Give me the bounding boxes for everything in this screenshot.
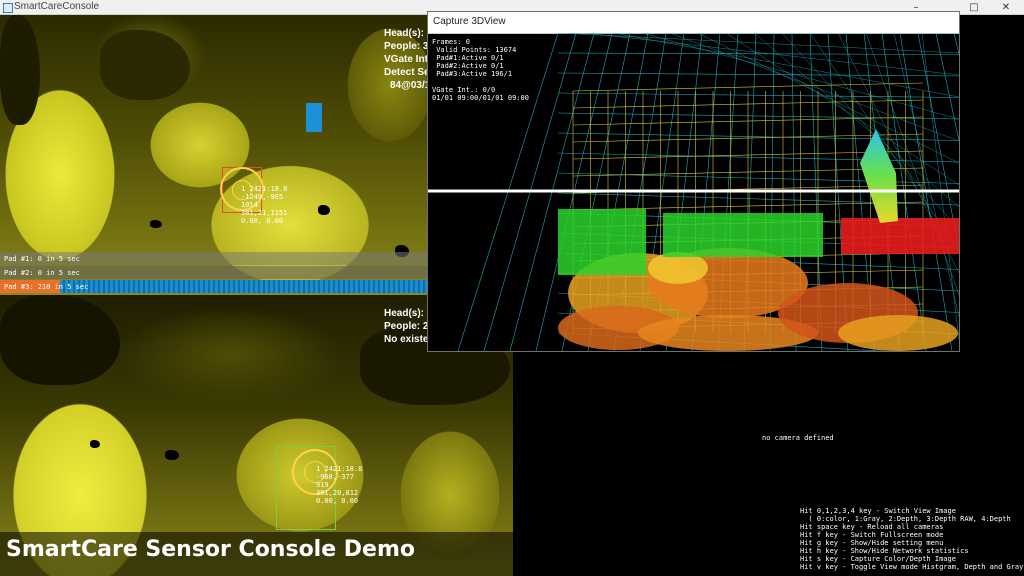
help-line: Hit v key - Toggle View mode Histgram, D… <box>800 563 1024 571</box>
pad2-band: Pad #2: 0 in 5 sec <box>0 266 428 279</box>
depth-shadow <box>165 450 179 460</box>
vgate-marker <box>306 103 322 132</box>
help-line: Hit space key - Reload all cameras <box>800 523 944 531</box>
grid-line <box>557 172 959 184</box>
close-button[interactable]: ✕ <box>990 0 1022 15</box>
keyboard-help: Hit 0,1,2,3,4 key - Switch View Image ( … <box>800 507 1023 571</box>
target-info-5: 0.00, 0.00 <box>316 497 359 505</box>
depth-shadow <box>0 15 40 125</box>
target-info-1: 1 2421:18.8 <box>241 185 288 193</box>
depth-shadow <box>90 440 100 448</box>
depth-shadow <box>318 205 330 215</box>
pad2-volume <box>663 213 823 257</box>
info-datetime: 01/01 09:00/01/01 09:00 <box>432 94 529 102</box>
pad1-volume <box>558 209 646 275</box>
target-info-3: 919 <box>316 481 329 489</box>
caption-text: SmartCare Sensor Console Demo <box>6 537 416 562</box>
info-pad2: Pad#2:Active 0/1 <box>432 62 504 70</box>
capture-3dview-window[interactable]: Capture 3DView Frames: 0 Valid Points: 1… <box>427 11 960 352</box>
hotspot-plume <box>860 129 898 223</box>
people-count: People: 2 <box>384 321 429 332</box>
info-pad3: Pad#3:Active 196/1 <box>432 70 513 78</box>
grid-line <box>557 132 959 141</box>
info-frames: Frames: 0 <box>432 38 470 46</box>
grid-line <box>557 92 959 98</box>
pad3-volume <box>841 218 959 254</box>
depth-shadow <box>0 295 120 385</box>
3dview-title: Capture 3DView <box>433 16 506 27</box>
depth-shadow <box>100 30 190 100</box>
people-count: People: 3 <box>384 41 429 52</box>
pad1-label: Pad #1: 0 in 5 sec <box>4 255 80 263</box>
head-count: Head(s): 1 <box>384 28 433 39</box>
pad2-label: Pad #2: 0 in 5 sec <box>4 269 80 277</box>
no-camera-message: no camera defined <box>762 434 834 442</box>
target-info-1: 1 2421:18.8 <box>316 465 363 473</box>
help-line: Hit f key - Switch Fullscreen mode <box>800 531 944 539</box>
target-info-4: 301,20,812 <box>316 489 359 497</box>
info-valid-points: Valid Points: 13674 <box>432 46 517 54</box>
head-count: Head(s): 1 <box>384 308 433 319</box>
target-info-3: 1014 <box>241 201 258 209</box>
grid-line <box>557 192 959 206</box>
target-info-2: -1249,-985 <box>241 193 284 201</box>
grid-line <box>669 33 959 142</box>
pad1-band: Pad #1: 0 in 5 sec <box>0 252 428 265</box>
grid-line <box>725 33 959 186</box>
caption-banner: SmartCare Sensor Console Demo <box>0 532 513 576</box>
detect-label: Detect Se <box>384 67 430 78</box>
grid-line <box>921 33 959 340</box>
3dview-canvas[interactable] <box>428 33 959 351</box>
3dview-title-bar[interactable]: Capture 3DView <box>428 12 959 34</box>
info-vgate: VGate Int.: 0/0 <box>432 86 496 94</box>
help-line: Hit g key - Show/Hide setting menu <box>800 539 944 547</box>
help-line: Hit h key - Show/Hide Network statistics <box>800 547 969 555</box>
maximize-button[interactable]: □ <box>958 0 990 15</box>
pad3-label: Pad #3: 210 in 5 sec <box>4 283 89 291</box>
help-line: ( 0:color, 1:Gray, 2:Depth, 3:Depth RAW,… <box>800 515 1011 523</box>
detect-time: 84@03/1 <box>390 80 431 91</box>
target-info-2: -968,-377 <box>316 473 354 481</box>
grid-line <box>557 33 959 54</box>
grid-line <box>697 33 959 164</box>
help-line: Hit s key - Capture Color/Depth Image <box>800 555 956 563</box>
grid-line <box>557 72 959 77</box>
point-cloud-cluster <box>838 315 958 351</box>
grid-line <box>557 112 959 120</box>
help-line: Hit 0,1,2,3,4 key - Switch View Image <box>800 507 956 515</box>
window-title: SmartCareConsole <box>14 1 100 12</box>
info-pad1: Pad#1:Active 0/1 <box>432 54 504 62</box>
target-info-5: 0.00, 0.00 <box>241 217 284 225</box>
grid-line <box>613 33 959 98</box>
pad3-band: Pad #3: 210 in 5 sec <box>0 280 428 293</box>
target-info-4: 301,21,1151 <box>241 209 288 217</box>
depth-shadow <box>150 220 162 228</box>
app-icon <box>3 3 13 13</box>
